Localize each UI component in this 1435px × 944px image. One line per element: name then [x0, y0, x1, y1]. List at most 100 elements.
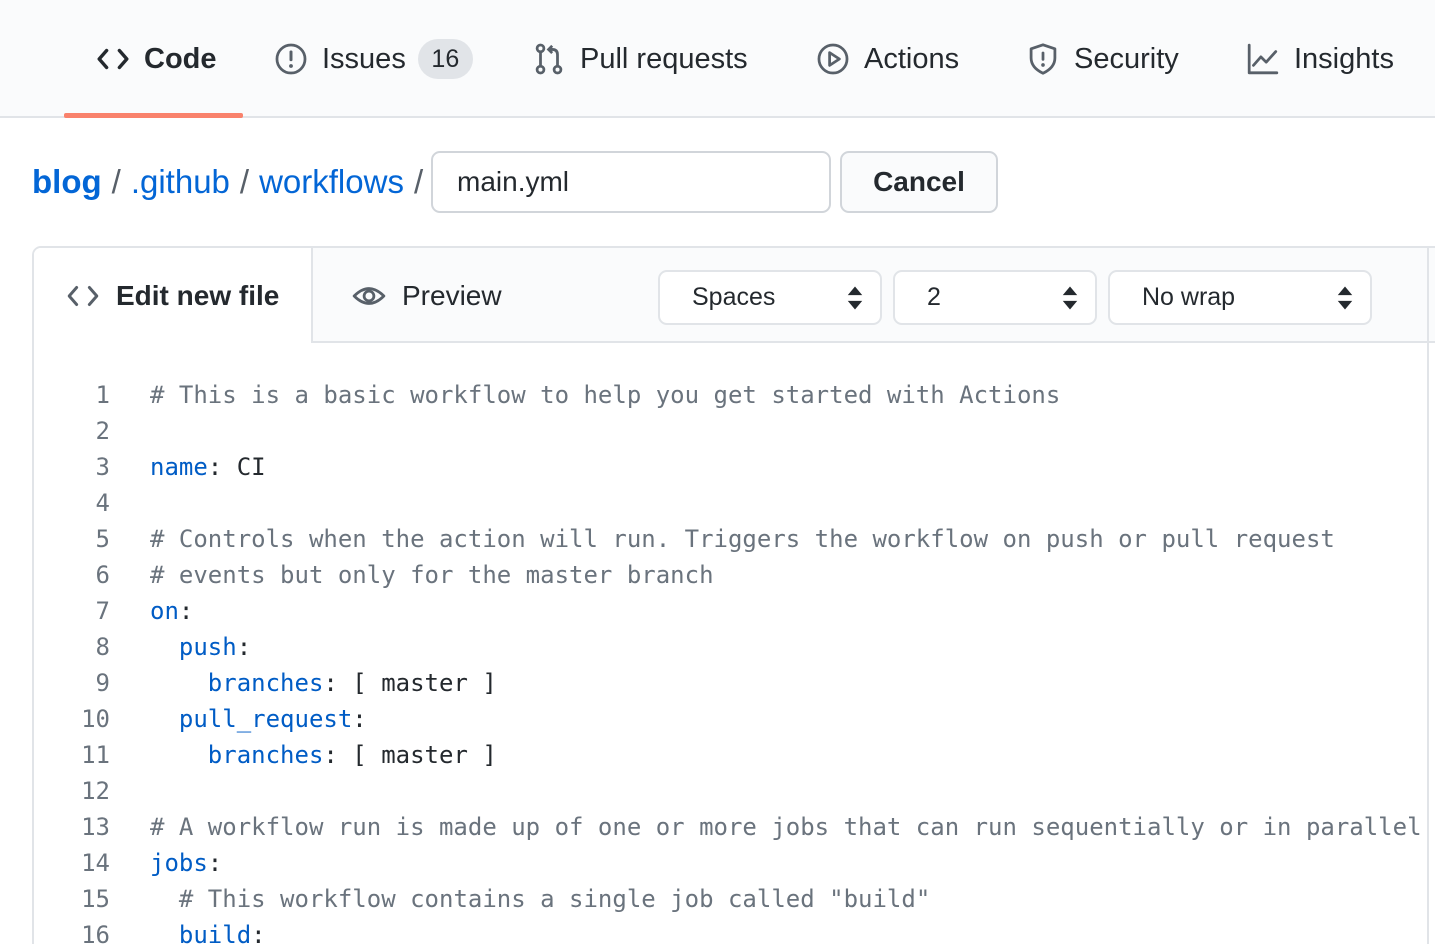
yaml-separator: :	[178, 597, 194, 625]
line-number: 15	[81, 885, 110, 913]
code-line[interactable]: 15 # This workflow contains a single job…	[34, 881, 1435, 917]
yaml-separator: :	[207, 849, 223, 877]
yaml-separator: :	[323, 669, 353, 697]
line-number: 3	[95, 453, 110, 481]
select-caret-icon	[1337, 286, 1353, 310]
tab-issues-label: Issues	[322, 42, 406, 75]
yaml-key: on	[150, 597, 179, 625]
line-number: 4	[95, 489, 110, 517]
code-editor[interactable]: 1 # This is a basic workflow to help you …	[34, 377, 1435, 944]
line-content: pull_request:	[150, 701, 367, 737]
wrap-mode-value: No wrap	[1142, 283, 1236, 311]
eye-icon	[352, 279, 386, 313]
repo-nav: Code Issues 16 Pull requests Actions Sec…	[0, 0, 1435, 118]
breadcrumb-separator: /	[111, 163, 121, 200]
code-line[interactable]: 12	[34, 773, 1435, 809]
breadcrumb-github-link[interactable]: .github	[131, 163, 230, 201]
line-number: 1	[95, 381, 110, 409]
code-line[interactable]: 6 # events but only for the master branch	[34, 557, 1435, 593]
tab-issues[interactable]: Issues 16	[274, 0, 473, 118]
tab-pull-requests[interactable]: Pull requests	[532, 0, 748, 118]
code-line[interactable]: 4	[34, 485, 1435, 521]
yaml-value: [ master ]	[352, 669, 497, 697]
tab-edit-new-file[interactable]: Edit new file	[34, 248, 313, 343]
line-content: on:	[150, 593, 193, 629]
yaml-separator: :	[352, 705, 367, 733]
indent-mode-select[interactable]: Spaces	[658, 270, 882, 325]
line-content: push:	[150, 629, 251, 665]
yaml-key: jobs	[150, 849, 208, 877]
line-content: # This is a basic workflow to help you g…	[150, 377, 1060, 413]
breadcrumb-workflows-link[interactable]: workflows	[259, 163, 404, 201]
selected-tab-underline	[64, 113, 243, 118]
line-content: # Controls when the action will run. Tri…	[150, 521, 1335, 557]
yaml-separator: :	[251, 921, 266, 944]
breadcrumb-separator: /	[413, 163, 424, 200]
yaml-comment: # This workflow contains a single job ca…	[178, 885, 931, 913]
code-line[interactable]: 2	[34, 413, 1435, 449]
code-line[interactable]: 8 push:	[34, 629, 1435, 665]
line-content: branches: [ master ]	[150, 665, 497, 701]
line-number: 5	[95, 525, 110, 553]
yaml-key: pull_request	[178, 705, 353, 733]
code-icon	[66, 279, 100, 313]
tab-actions[interactable]: Actions	[816, 0, 959, 118]
yaml-value: CI	[236, 453, 266, 481]
indent-size-select[interactable]: 2	[893, 270, 1097, 325]
line-content: name: CI	[150, 449, 266, 485]
wrap-mode-select[interactable]: No wrap	[1108, 270, 1372, 325]
line-number: 6	[95, 561, 110, 589]
breadcrumb-separator: /	[239, 163, 250, 200]
line-content: # A workflow run is made up of one or mo…	[150, 809, 1422, 845]
code-line[interactable]: 3 name: CI	[34, 449, 1435, 485]
tab-insights-label: Insights	[1294, 42, 1394, 75]
cancel-button[interactable]: Cancel	[840, 151, 998, 213]
line-content: jobs:	[150, 845, 222, 881]
code-line[interactable]: 7 on:	[34, 593, 1435, 629]
line-content: build:	[150, 917, 266, 944]
code-line[interactable]: 11 branches: [ master ]	[34, 737, 1435, 773]
line-number: 7	[95, 597, 110, 625]
line-number: 12	[81, 777, 110, 805]
code-line[interactable]: 10 pull_request:	[34, 701, 1435, 737]
yaml-separator: :	[207, 453, 237, 481]
yaml-key: push	[178, 633, 237, 661]
yaml-comment: # Controls when the action will run. Tri…	[150, 525, 1335, 553]
yaml-separator: :	[323, 741, 353, 769]
yaml-comment: # This is a basic workflow to help you g…	[150, 381, 1061, 409]
graph-icon	[1246, 42, 1280, 76]
breadcrumb-repo-link[interactable]: blog	[32, 163, 102, 201]
tab-code-label: Code	[144, 42, 217, 75]
code-line[interactable]: 9 branches: [ master ]	[34, 665, 1435, 701]
tab-security[interactable]: Security	[1026, 0, 1179, 118]
yaml-separator: :	[236, 633, 252, 661]
play-icon	[816, 42, 850, 76]
editor-header: Edit new file Preview Spaces 2 No wrap	[34, 248, 1435, 345]
code-line[interactable]: 5 # Controls when the action will run. Tr…	[34, 521, 1435, 557]
line-number: 9	[95, 669, 110, 697]
code-line[interactable]: 14 jobs:	[34, 845, 1435, 881]
tab-actions-label: Actions	[864, 42, 960, 75]
line-number: 11	[81, 741, 110, 769]
code-line[interactable]: 1 # This is a basic workflow to help you …	[34, 377, 1435, 413]
tab-edit-new-file-label: Edit new file	[116, 279, 280, 311]
yaml-key: branches	[207, 741, 324, 769]
line-number: 14	[81, 849, 110, 877]
line-number: 10	[81, 705, 110, 733]
code-line[interactable]: 16 build:	[34, 917, 1435, 944]
line-number: 8	[95, 633, 110, 661]
line-content: # This workflow contains a single job ca…	[150, 881, 930, 917]
shield-icon	[1026, 42, 1060, 76]
issues-counter: 16	[417, 39, 473, 79]
filename-input[interactable]	[431, 151, 831, 213]
code-icon	[96, 42, 130, 76]
line-number: 2	[95, 417, 110, 445]
select-caret-icon	[847, 286, 863, 310]
tab-pull-requests-label: Pull requests	[580, 42, 748, 75]
breadcrumb: blog / .github / workflows /	[32, 150, 433, 214]
code-line[interactable]: 13 # A workflow run is made up of one or …	[34, 809, 1435, 845]
tab-code[interactable]: Code	[96, 0, 217, 118]
tab-preview[interactable]: Preview	[352, 248, 502, 343]
tab-insights[interactable]: Insights	[1246, 0, 1394, 118]
